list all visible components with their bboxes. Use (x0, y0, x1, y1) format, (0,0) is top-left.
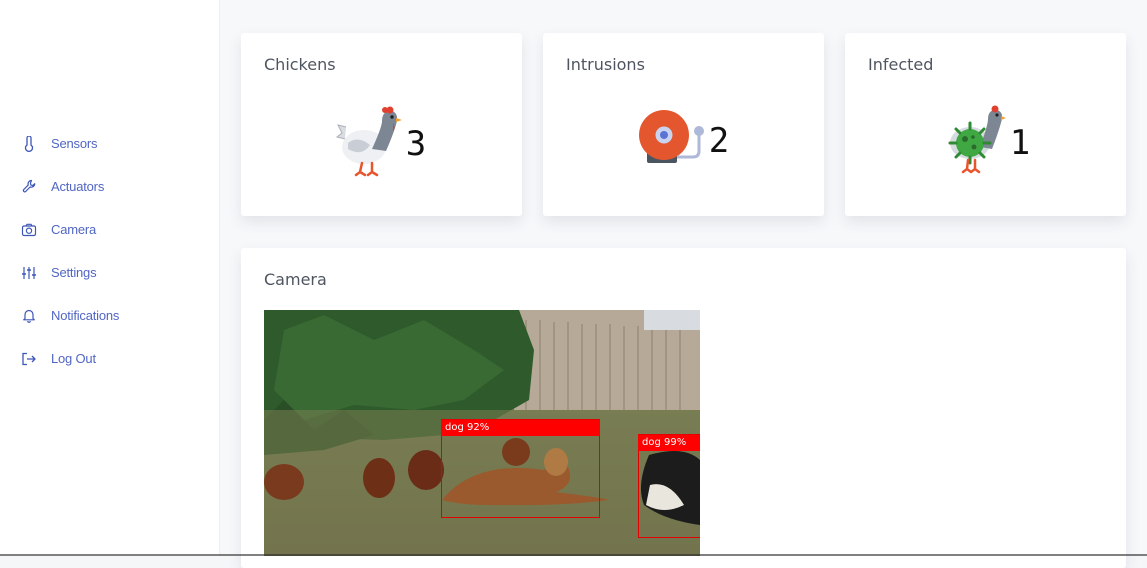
camera-icon (18, 219, 40, 241)
sidebar-item-logout[interactable]: Log Out (18, 337, 119, 380)
intrusions-stat: 2 (543, 105, 824, 176)
card-title: Camera (264, 270, 327, 289)
infected-stat: 1 (845, 105, 1126, 180)
intrusions-card: Intrusions 2 (543, 33, 824, 216)
sidebar-item-settings[interactable]: Settings (18, 251, 119, 294)
sidebar: Sensors Actuators Camera Settings Notifi… (0, 0, 220, 556)
sidebar-item-actuators[interactable]: Actuators (18, 165, 119, 208)
infected-chicken-icon (940, 105, 1006, 180)
camera-card: Camera (241, 248, 1126, 568)
sidebar-item-notifications[interactable]: Notifications (18, 294, 119, 337)
sidebar-item-label: Notifications (51, 308, 119, 323)
logout-icon (18, 348, 40, 370)
intrusions-count: 2 (709, 121, 730, 161)
sidebar-item-sensors[interactable]: Sensors (18, 122, 119, 165)
sidebar-item-label: Actuators (51, 179, 104, 194)
sidebar-item-label: Settings (51, 265, 96, 280)
chickens-card: Chickens 3 (241, 33, 522, 216)
card-title: Chickens (264, 55, 336, 74)
bell-icon (18, 305, 40, 327)
card-title: Intrusions (566, 55, 645, 74)
chicken-icon (336, 105, 402, 182)
sidebar-item-label: Camera (51, 222, 96, 237)
chickens-stat: 3 (241, 105, 522, 182)
sliders-icon (18, 262, 40, 284)
infected-count: 1 (1010, 123, 1031, 163)
alarm-bell-icon (637, 105, 705, 176)
chickens-count: 3 (406, 124, 427, 164)
detection-label: dog 92% (441, 420, 600, 436)
wrench-icon (18, 176, 40, 198)
sidebar-item-label: Log Out (51, 351, 96, 366)
card-title: Infected (868, 55, 933, 74)
sidebar-nav: Sensors Actuators Camera Settings Notifi… (18, 122, 119, 380)
detection-label: dog 99% (638, 435, 700, 451)
sidebar-item-camera[interactable]: Camera (18, 208, 119, 251)
sidebar-item-label: Sensors (51, 136, 97, 151)
main-content: Chickens 3 Intrusions (220, 0, 1147, 556)
thermometer-icon (18, 133, 40, 155)
infected-card: Infected (845, 33, 1126, 216)
camera-feed[interactable]: dog 92% dog 99% (264, 310, 700, 556)
